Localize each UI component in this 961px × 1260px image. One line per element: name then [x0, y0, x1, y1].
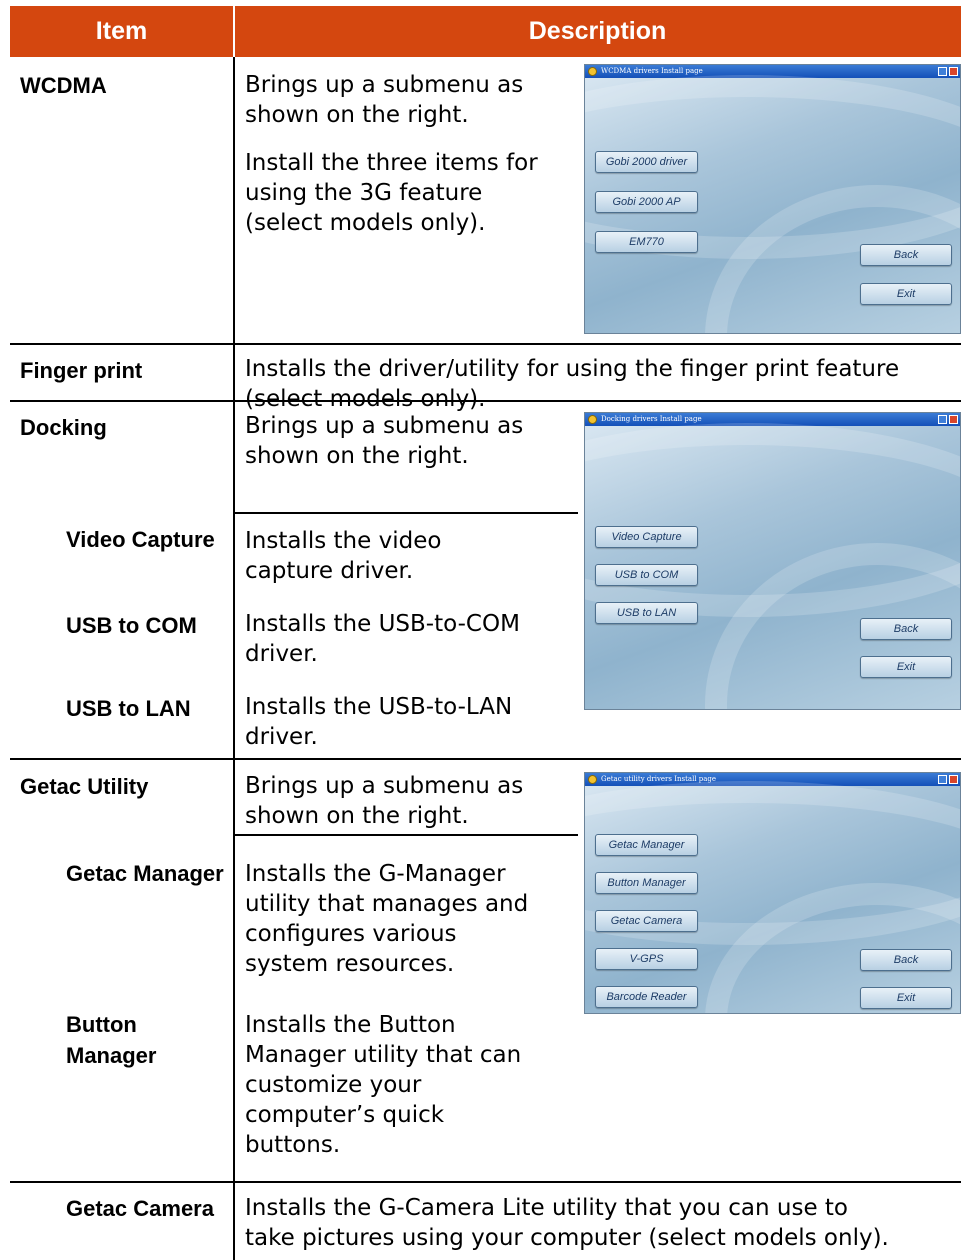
desc-line: Installs the Button [245, 1012, 456, 1038]
minimize-icon[interactable] [938, 415, 947, 424]
row-divider [234, 834, 578, 836]
exit-button[interactable]: Exit [860, 283, 952, 305]
usb-to-com-button[interactable]: USB to COM [595, 564, 698, 586]
exit-button[interactable]: Exit [860, 987, 952, 1009]
gobi-2000-ap-button[interactable]: Gobi 2000 AP [595, 191, 698, 213]
column-divider [233, 57, 235, 1260]
getac-manager-button[interactable]: Getac Manager [595, 834, 698, 856]
close-icon[interactable] [949, 67, 958, 76]
docking-install-window: Docking drivers Install page Video Captu… [584, 412, 961, 710]
item-getac-camera: Getac Camera [66, 1196, 214, 1221]
v-gps-button[interactable]: V-GPS [595, 948, 698, 970]
app-icon [588, 67, 597, 76]
desc-line: Manager utility that can [245, 1042, 522, 1068]
desc-line: Installs the G-Manager [245, 861, 506, 887]
row-divider [10, 758, 961, 760]
desc-usb-to-com: Installs the USB-to-COM driver. [245, 609, 520, 669]
barcode-reader-button[interactable]: Barcode Reader [595, 986, 698, 1008]
desc-wcdma: Brings up a submenu as shown on the righ… [245, 70, 523, 130]
row-divider [234, 512, 578, 514]
desc-line: capture driver. [245, 558, 414, 584]
desc-line: Installs the driver/utility for using th… [245, 356, 900, 382]
close-icon[interactable] [949, 775, 958, 784]
minimize-icon[interactable] [938, 67, 947, 76]
desc-finger-print: Installs the driver/utility for using th… [245, 354, 899, 414]
window-title: WCDMA drivers Install page [601, 67, 703, 75]
item-getac-utility: Getac Utility [20, 774, 149, 799]
item-finger-print: Finger print [20, 358, 143, 383]
desc-line: Brings up a submenu as [245, 773, 524, 799]
desc-line: Installs the video [245, 528, 442, 554]
app-icon [588, 775, 597, 784]
item-wcdma: WCDMA [20, 73, 107, 98]
desc-line: Installs the USB-to-LAN [245, 694, 513, 720]
desc-getac-utility: Brings up a submenu as shown on the righ… [245, 771, 523, 831]
gobi-2000-driver-button[interactable]: Gobi 2000 driver [595, 151, 698, 173]
desc-button-manager: Installs the Button Manager utility that… [245, 1010, 521, 1160]
desc-line: buttons. [245, 1132, 341, 1158]
close-icon[interactable] [949, 415, 958, 424]
item-usb-to-com: USB to COM [66, 613, 197, 638]
desc-line: take pictures using your computer (selec… [245, 1225, 889, 1251]
window-title: Docking drivers Install page [601, 415, 702, 423]
desc-line: driver. [245, 724, 318, 750]
item-button-manager-line1: Button [66, 1012, 137, 1037]
getac-utility-install-window: Getac utility drivers Install page Getac… [584, 772, 961, 1014]
video-capture-button[interactable]: Video Capture [595, 526, 698, 548]
desc-line: Install the three items for [245, 150, 538, 176]
minimize-icon[interactable] [938, 775, 947, 784]
row-divider [10, 343, 961, 345]
desc-docking: Brings up a submenu as shown on the righ… [245, 411, 523, 471]
item-getac-manager: Getac Manager [66, 861, 224, 886]
item-button-manager-line2: Manager [66, 1043, 157, 1068]
desc-line: utility that manages and [245, 891, 529, 917]
desc-line: system resources. [245, 951, 455, 977]
button-manager-button[interactable]: Button Manager [595, 872, 698, 894]
desc-getac-camera: Installs the G-Camera Lite utility that … [245, 1193, 889, 1253]
back-button[interactable]: Back [860, 618, 952, 640]
desc-line: shown on the right. [245, 102, 469, 128]
header-description: Description [234, 6, 961, 57]
desc-usb-to-lan: Installs the USB-to-LAN driver. [245, 692, 512, 752]
desc-line: using the 3G feature [245, 180, 483, 206]
item-video-capture: Video Capture [66, 527, 215, 552]
desc-line: configures various [245, 921, 457, 947]
desc-line: Installs the USB-to-COM [245, 611, 520, 637]
desc-line: shown on the right. [245, 803, 469, 829]
desc-line: shown on the right. [245, 443, 469, 469]
header-item: Item [10, 6, 233, 57]
row-divider [10, 1181, 961, 1183]
desc-wcdma-install: Install the three items for using the 3G… [245, 148, 538, 238]
desc-line: computer’s quick [245, 1102, 445, 1128]
item-usb-to-lan: USB to LAN [66, 696, 191, 721]
desc-line: (select models only). [245, 386, 486, 412]
getac-camera-button[interactable]: Getac Camera [595, 910, 698, 932]
app-icon [588, 415, 597, 424]
back-button[interactable]: Back [860, 949, 952, 971]
header-divider [233, 6, 235, 57]
desc-line: Brings up a submenu as [245, 413, 524, 439]
item-docking: Docking [20, 415, 107, 440]
desc-line: driver. [245, 641, 318, 667]
desc-getac-manager: Installs the G-Manager utility that mana… [245, 859, 528, 979]
usb-to-lan-button[interactable]: USB to LAN [595, 602, 698, 624]
desc-line: Brings up a submenu as [245, 72, 524, 98]
em770-button[interactable]: EM770 [595, 231, 698, 253]
desc-line: customize your [245, 1072, 422, 1098]
exit-button[interactable]: Exit [860, 656, 952, 678]
wcdma-install-window: WCDMA drivers Install page Gobi 2000 dri… [584, 64, 961, 334]
back-button[interactable]: Back [860, 244, 952, 266]
desc-line: Installs the G-Camera Lite utility that … [245, 1195, 848, 1221]
desc-video-capture: Installs the video capture driver. [245, 526, 441, 586]
desc-line: (select models only). [245, 210, 486, 236]
